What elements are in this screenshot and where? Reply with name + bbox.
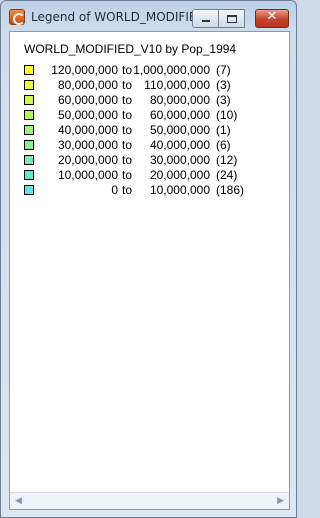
legend-row: 120,000,000 to 1,000,000,000 (7) [24, 63, 284, 77]
legend-row: 60,000,000 to 80,000,000 (3) [24, 93, 284, 107]
legend-row: 20,000,000 to 30,000,000 (12) [24, 153, 284, 167]
horizontal-scrollbar[interactable]: ◀ ▶ [10, 492, 289, 509]
feature-count: (1) [216, 123, 231, 137]
range-separator: to [122, 123, 133, 137]
range-to: 40,000,000 [149, 138, 210, 152]
range-separator: to [122, 153, 133, 167]
feature-count: (12) [216, 153, 238, 167]
legend-row: 0 to 10,000,000 (186) [24, 183, 284, 197]
color-swatch [24, 140, 34, 150]
maximize-button[interactable] [219, 9, 245, 28]
feature-count: (24) [216, 168, 238, 182]
feature-count: (3) [216, 78, 231, 92]
feature-count: (6) [216, 138, 231, 152]
scroll-right-icon[interactable]: ▶ [277, 496, 284, 506]
range-from: 10,000,000 [57, 168, 118, 182]
range-from: 120,000,000 [51, 63, 118, 77]
range-separator: to [122, 63, 133, 77]
range-separator: to [122, 168, 133, 182]
feature-count: (10) [216, 108, 238, 122]
window-title: Legend of WORLD_MODIFIE... [31, 10, 208, 24]
legend-heading: WORLD_MODIFIED_V10 by Pop_1994 [24, 42, 237, 56]
range-from: 0 [111, 183, 118, 197]
maximize-icon [227, 15, 237, 23]
range-from: 60,000,000 [57, 93, 118, 107]
scroll-left-icon[interactable]: ◀ [15, 496, 22, 506]
color-swatch [24, 170, 34, 180]
range-separator: to [122, 78, 133, 92]
close-icon: ✕ [266, 9, 278, 24]
app-icon [9, 9, 25, 25]
range-separator: to [122, 108, 133, 122]
legend-panel: WORLD_MODIFIED_V10 by Pop_1994 120,000,0… [9, 31, 290, 510]
range-to: 110,000,000 [144, 78, 210, 92]
color-swatch [24, 155, 34, 165]
range-to: 20,000,000 [149, 168, 210, 182]
range-to: 30,000,000 [149, 153, 210, 167]
range-from: 80,000,000 [57, 78, 118, 92]
feature-count: (3) [216, 93, 231, 107]
color-swatch [24, 125, 34, 135]
color-swatch [24, 65, 34, 75]
color-swatch [24, 80, 34, 90]
range-separator: to [122, 93, 133, 107]
range-to: 80,000,000 [149, 93, 210, 107]
range-from: 40,000,000 [57, 123, 118, 137]
range-to: 50,000,000 [149, 123, 210, 137]
color-swatch [24, 110, 34, 120]
feature-count: (186) [216, 183, 245, 197]
legend-row: 40,000,000 to 50,000,000 (1) [24, 123, 284, 137]
color-swatch [24, 95, 34, 105]
legend-row: 30,000,000 to 40,000,000 (6) [24, 138, 284, 152]
legend-row: 80,000,000 to 110,000,000 (3) [24, 78, 284, 92]
range-from: 30,000,000 [57, 138, 118, 152]
range-to: 60,000,000 [149, 108, 210, 122]
range-to: 10,000,000 [149, 183, 210, 197]
legend-row: 10,000,000 to 20,000,000 (24) [24, 168, 284, 182]
title-bar[interactable]: Legend of WORLD_MODIFIE... ✕ [1, 1, 296, 31]
color-swatch [24, 185, 34, 195]
close-button[interactable]: ✕ [255, 9, 289, 28]
range-to: 1,000,000,000 [133, 63, 210, 77]
range-separator: to [122, 183, 133, 197]
range-from: 20,000,000 [57, 153, 118, 167]
minimize-button[interactable] [192, 9, 219, 28]
minimize-icon [202, 20, 210, 22]
range-separator: to [122, 138, 133, 152]
legend-window: Legend of WORLD_MODIFIE... ✕ WORLD_MODIF… [0, 0, 297, 518]
feature-count: (7) [216, 63, 231, 77]
legend-row: 50,000,000 to 60,000,000 (10) [24, 108, 284, 122]
range-from: 50,000,000 [57, 108, 118, 122]
